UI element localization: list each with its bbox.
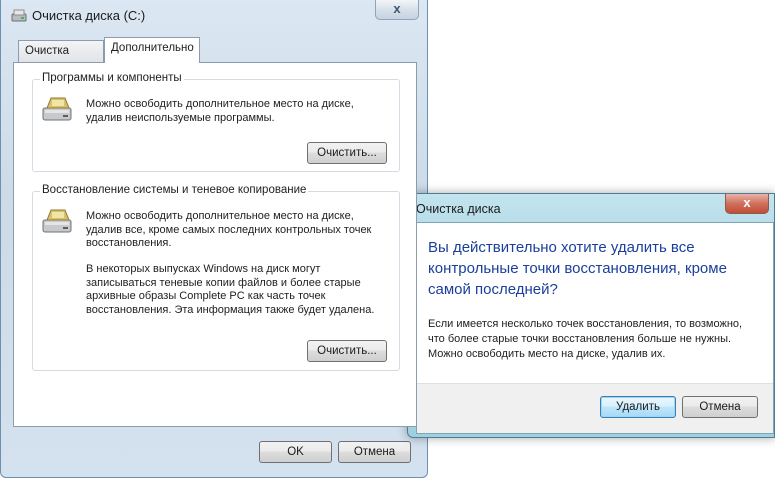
system-restore-group: Восстановление системы и теневое копиров… [32,184,400,371]
tab-panel: Программы и компоненты Можно освободить … [13,62,417,427]
delete-button[interactable]: Удалить [600,396,676,418]
tab-disk-cleanup[interactable]: Очистка диска [18,40,104,77]
dialog-question: Вы действительно хотите удалить все конт… [428,239,727,298]
disk-cleanup-window: Очистка диска (C:) x Очистка диска Допол… [0,0,428,478]
group-title: Программы и компоненты [40,72,184,84]
drive-icon [42,97,72,121]
ok-button[interactable]: OK [259,441,332,463]
dialog-details: Если имеется несколько точек восстановле… [428,318,743,360]
disk-cleanup-icon [11,9,27,22]
group-description: Можно освободить дополнительное место на… [86,210,372,249]
dialog-title: Очистка диска [416,202,501,216]
window-title: Очистка диска (C:) [32,8,146,23]
tab-more-options[interactable]: Дополнительно [104,37,200,63]
dialog-cancel-button[interactable]: Отмена [682,396,758,418]
programs-group: Программы и компоненты Можно освободить … [32,72,400,172]
clean-programs-button[interactable]: Очистить... [307,142,387,164]
clean-restore-points-button[interactable]: Очистить... [307,340,387,362]
cancel-button[interactable]: Отмена [338,441,411,463]
group-description: Можно освободить дополнительное место на… [86,98,354,124]
dialog-close-button[interactable]: x [725,194,769,214]
group-description-extra: В некоторых выпусках Windows на диск мог… [86,263,375,316]
close-button[interactable]: x [375,0,419,20]
dialog-body: Вы действительно хотите удалить все конт… [416,222,774,434]
group-title: Восстановление системы и теневое копиров… [40,184,309,196]
confirm-dialog: Очистка диска x Вы действительно хотите … [407,193,775,438]
drive-icon [42,209,72,233]
dialog-footer: Удалить Отмена [417,383,773,433]
